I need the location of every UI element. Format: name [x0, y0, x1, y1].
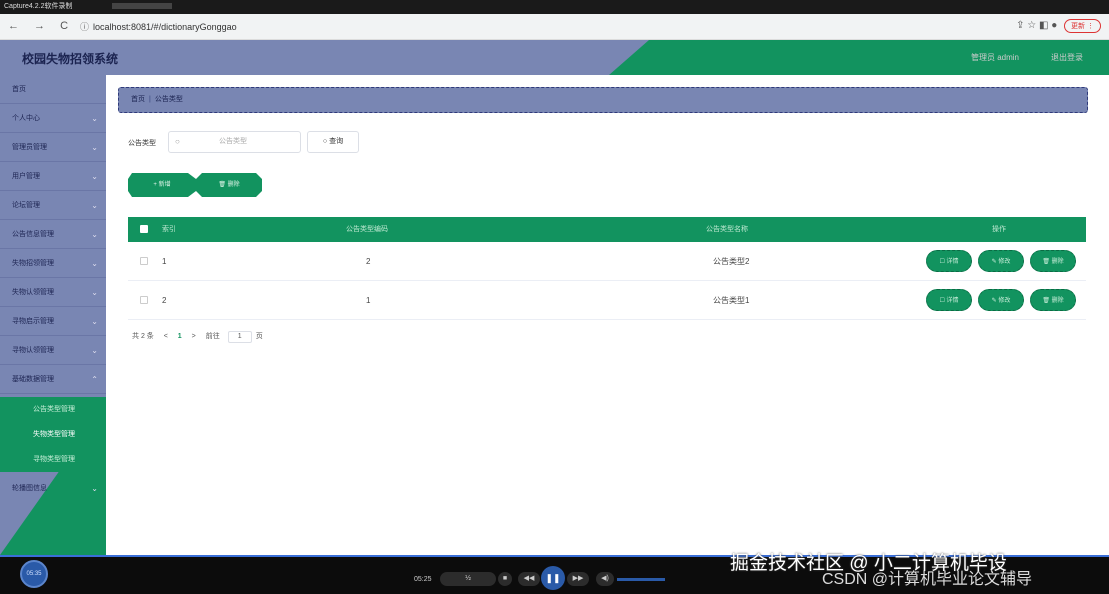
sidebar-item-search-claim[interactable]: 寻物认领管理 ⌄	[0, 336, 106, 365]
sidebar-item-lost-found[interactable]: 失物招领管理 ⌄	[0, 249, 106, 278]
url-text: localhost:8081/#/dictionaryGonggao	[93, 22, 237, 32]
volume-icon[interactable]: ◀)	[596, 572, 614, 586]
pager-unit: 页	[255, 333, 263, 340]
chevron-down-icon: ⌄	[91, 346, 98, 355]
main-content: 首页 | 公告类型 公告类型 ○ 公告类型 ○ 查询 + 新增 🗑 删除 索引 公告…	[106, 75, 1109, 555]
cell-code: 2	[366, 257, 371, 266]
chevron-down-icon: ⌄	[91, 172, 98, 181]
search-placeholder: 公告类型	[219, 138, 247, 145]
player-time: 05:25	[414, 576, 432, 583]
row-delete-button[interactable]: 🗑 删除	[1030, 289, 1076, 311]
sidebar-subitem-lost-type[interactable]: 失物类型管理	[0, 422, 106, 447]
sidebar-item-users[interactable]: 用户管理 ⌄	[0, 162, 106, 191]
pager-total: 共 2 条	[132, 333, 154, 340]
search-input[interactable]: ○ 公告类型	[168, 131, 301, 153]
table-header: 索引 公告类型编码 公告类型名称 操作	[128, 217, 1086, 242]
header-code: 公告类型编码	[346, 226, 388, 233]
rewind-button[interactable]: ◀◀	[518, 572, 540, 586]
update-button[interactable]: 更新 ⋮	[1064, 19, 1101, 33]
watermark-csdn: CSDN @计算机毕业论文辅导	[822, 571, 1033, 588]
row-checkbox[interactable]	[140, 257, 148, 265]
chevron-up-icon: ⌃	[91, 375, 98, 384]
sidebar-subitem-search-type[interactable]: 寻物类型管理	[0, 447, 106, 472]
search-icon: ○	[175, 137, 180, 146]
header-index: 索引	[162, 226, 176, 233]
app-title: 校园失物招领系统	[22, 52, 119, 66]
os-title-strip: Capture4.2.2软件录制	[0, 0, 1109, 14]
os-title: Capture4.2.2软件录制	[4, 3, 73, 10]
chevron-down-icon: ⌄	[91, 484, 98, 493]
breadcrumb-home[interactable]: 首页	[131, 96, 145, 103]
cell-name: 公告类型2	[713, 257, 750, 266]
sidebar-item-lost-claim[interactable]: 失物认领管理 ⌄	[0, 278, 106, 307]
app-header: 校园失物招领系统 管理员 admin 退出登录	[0, 40, 1109, 75]
current-user: 管理员 admin	[970, 53, 1019, 62]
info-icon: ⓘ	[80, 22, 90, 32]
sidebar-item-carousel[interactable]: 轮播图信息 ⌄	[0, 474, 106, 503]
row-checkbox[interactable]	[140, 296, 148, 304]
add-button[interactable]: + 新增	[128, 173, 196, 197]
header-ops: 操作	[992, 226, 1006, 233]
detail-button[interactable]: ☐ 详情	[926, 250, 972, 272]
logout-link[interactable]: 退出登录	[1051, 52, 1083, 63]
cell-code: 1	[366, 296, 371, 305]
chevron-down-icon: ⌄	[91, 201, 98, 210]
player-logo: 05:35	[20, 560, 48, 588]
search-button[interactable]: ○ 查询	[307, 131, 359, 153]
address-bar[interactable]: ⓘ localhost:8081/#/dictionaryGonggao	[80, 19, 237, 35]
speed-control[interactable]: ½	[440, 572, 496, 586]
chevron-down-icon: ⌄	[91, 259, 98, 268]
select-all-checkbox[interactable]	[140, 225, 148, 233]
search-label: 公告类型	[128, 140, 156, 147]
edit-button[interactable]: ✎ 修改	[978, 250, 1024, 272]
forward-button[interactable]: ▶▶	[567, 572, 589, 586]
pager-current[interactable]: 1	[178, 333, 182, 340]
sidebar-item-search-notice[interactable]: 寻物启示管理 ⌄	[0, 307, 106, 336]
pager-goto-label: 前往	[205, 333, 220, 340]
chevron-down-icon: ⌄	[91, 143, 98, 152]
chevron-down-icon: ⌄	[91, 288, 98, 297]
chevron-down-icon: ⌄	[91, 317, 98, 326]
breadcrumb-current: 公告类型	[154, 96, 183, 103]
sidebar-item-admins[interactable]: 管理员管理 ⌄	[0, 133, 106, 162]
sidebar-item-home[interactable]: 首页	[0, 75, 106, 104]
table-row: 1 2 公告类型2 ☐ 详情 ✎ 修改 🗑 删除	[128, 242, 1086, 281]
sidebar: 首页 个人中心 ⌄ 管理员管理 ⌄ 用户管理 ⌄ 论坛管理 ⌄ 公告信息管理 ⌄ 失物招领…	[0, 75, 106, 555]
cell-index: 1	[162, 257, 167, 266]
sidebar-subitem-notice-type[interactable]: 公告类型管理	[0, 397, 106, 422]
pager-prev[interactable]: <	[164, 333, 168, 340]
sidebar-item-forum[interactable]: 论坛管理 ⌄	[0, 191, 106, 220]
pagination: 共 2 条 < 1 > 前往 1 页	[132, 331, 271, 343]
browser-nav-buttons[interactable]: ← → C	[8, 20, 74, 32]
edit-button[interactable]: ✎ 修改	[978, 289, 1024, 311]
cell-name: 公告类型1	[713, 296, 750, 305]
table-row: 2 1 公告类型1 ☐ 详情 ✎ 修改 🗑 删除	[128, 281, 1086, 320]
pager-next[interactable]: >	[192, 333, 196, 340]
delete-button[interactable]: 🗑 删除	[196, 173, 262, 197]
sidebar-item-profile[interactable]: 个人中心 ⌄	[0, 104, 106, 133]
row-delete-button[interactable]: 🗑 删除	[1030, 250, 1076, 272]
sidebar-item-base-data[interactable]: 基础数据管理 ⌃	[0, 365, 106, 394]
detail-button[interactable]: ☐ 详情	[926, 289, 972, 311]
pager-goto-input[interactable]: 1	[227, 331, 252, 343]
pause-button[interactable]: ❚❚	[541, 566, 565, 590]
stop-button[interactable]: ■	[498, 572, 512, 586]
cell-index: 2	[162, 296, 167, 305]
browser-actions: ⇪ ☆ ◧ ● 更新 ⋮	[1016, 19, 1101, 33]
sidebar-item-notices[interactable]: 公告信息管理 ⌄	[0, 220, 106, 249]
chevron-down-icon: ⌄	[91, 230, 98, 239]
chevron-down-icon: ⌄	[91, 114, 98, 123]
browser-toolbar: ← → C ⓘ localhost:8081/#/dictionaryGongga…	[0, 14, 1109, 40]
volume-slider[interactable]	[617, 578, 665, 581]
breadcrumb: 首页 | 公告类型	[118, 87, 1088, 113]
header-name: 公告类型名称	[706, 226, 748, 233]
